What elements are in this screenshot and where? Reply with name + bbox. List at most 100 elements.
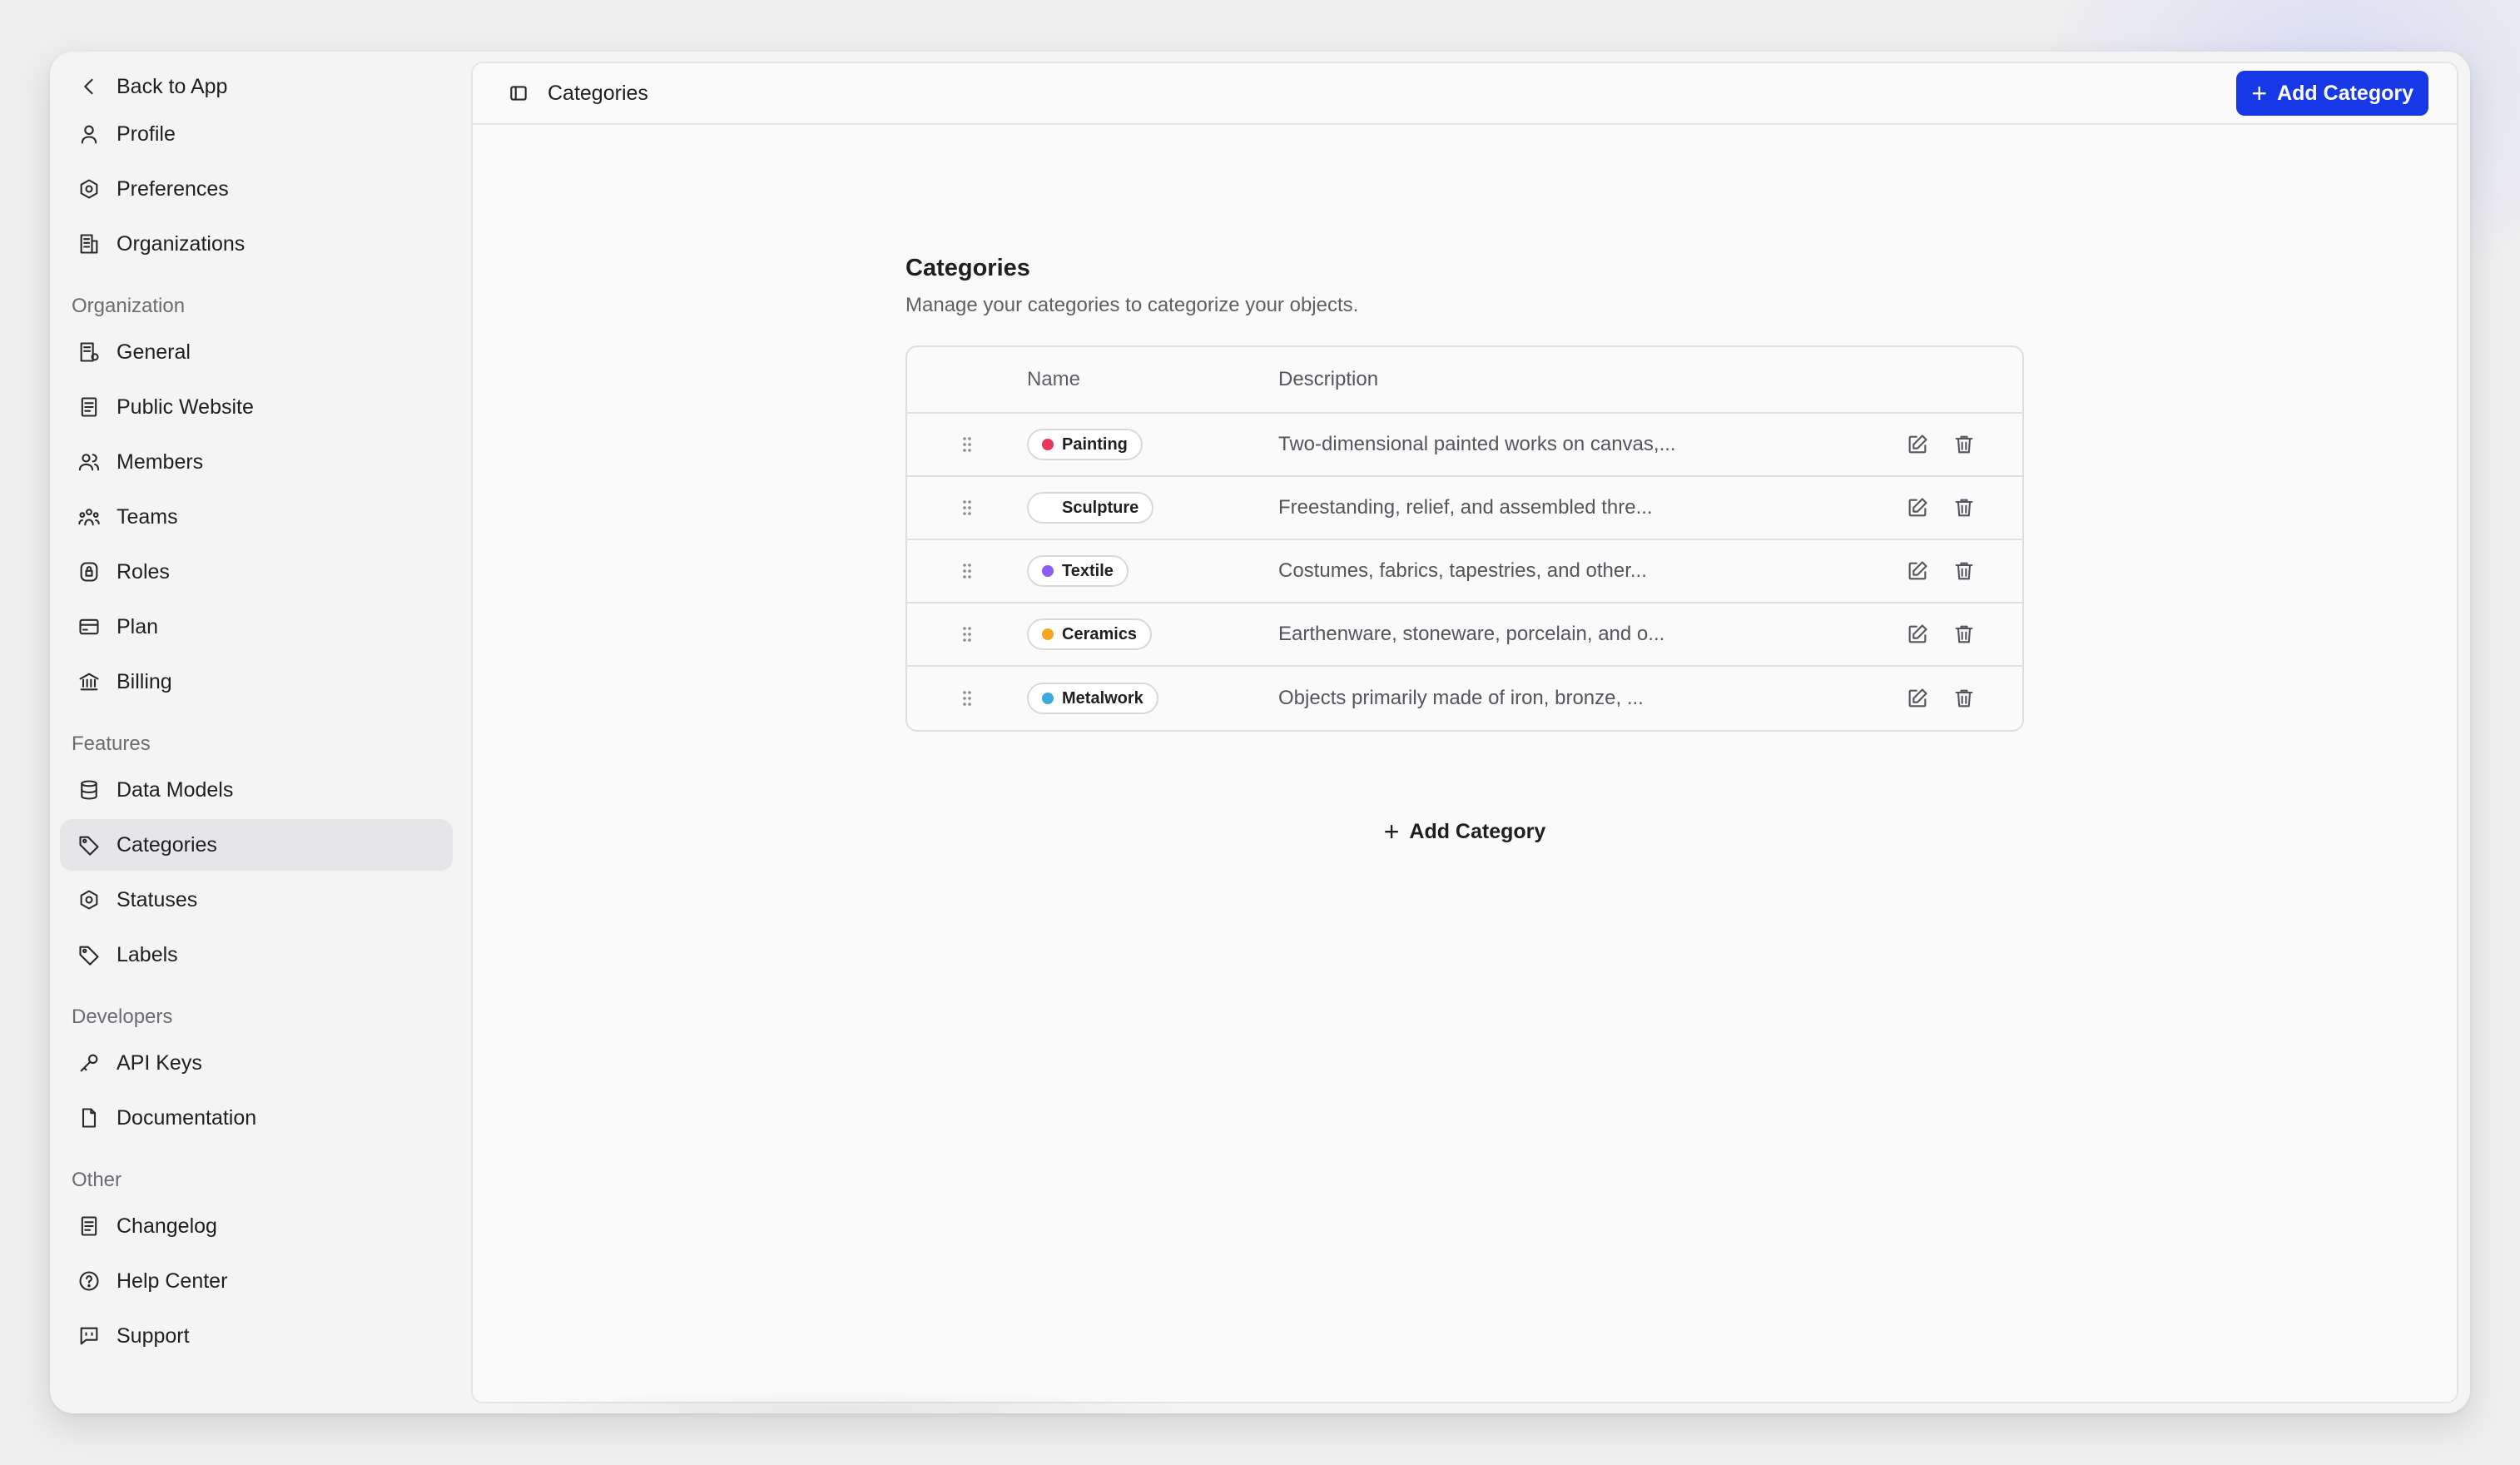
settings-hex-icon bbox=[77, 176, 102, 201]
drag-handle-icon[interactable] bbox=[960, 561, 974, 581]
category-pill[interactable]: Sculpture bbox=[1027, 492, 1154, 524]
edit-icon[interactable] bbox=[1906, 623, 1929, 646]
category-pill[interactable]: Textile bbox=[1027, 555, 1129, 587]
sidebar-item-members[interactable]: Members bbox=[60, 436, 453, 488]
name-cell: Painting bbox=[1027, 429, 1278, 460]
actions-cell bbox=[1881, 559, 2022, 583]
drag-handle-icon[interactable] bbox=[960, 435, 974, 454]
drag-cell bbox=[907, 688, 1027, 708]
category-name: Textile bbox=[1062, 561, 1114, 580]
credit-card-icon bbox=[77, 614, 102, 639]
database-icon bbox=[77, 777, 102, 802]
edit-icon[interactable] bbox=[1906, 559, 1929, 583]
category-description: Freestanding, relief, and assembled thre… bbox=[1278, 496, 1653, 519]
sidebar-item-organizations[interactable]: Organizations bbox=[60, 218, 453, 270]
sidebar-item-general[interactable]: General bbox=[60, 326, 453, 378]
add-category-button[interactable]: + Add Category bbox=[2236, 71, 2428, 116]
category-pill[interactable]: Metalwork bbox=[1027, 683, 1158, 714]
sidebar-item-data-models[interactable]: Data Models bbox=[60, 764, 453, 816]
trash-icon[interactable] bbox=[1952, 496, 1976, 519]
sidebar-item-statuses[interactable]: Statuses bbox=[60, 874, 453, 926]
actions-cell bbox=[1881, 687, 2022, 710]
actions-cell bbox=[1881, 433, 2022, 456]
sidebar-item-label: Labels bbox=[117, 942, 178, 966]
sidebar-item-label: Statuses bbox=[117, 887, 198, 911]
app-window: Back to App Profile Preferences Organizatio… bbox=[50, 52, 2470, 1413]
sidebar-item-label: Organizations bbox=[117, 231, 246, 256]
page-title: Categories bbox=[905, 255, 1030, 281]
bank-icon bbox=[77, 669, 102, 694]
sidebar-item-label: Profile bbox=[117, 122, 176, 146]
sidebar-item-api-keys[interactable]: API Keys bbox=[60, 1037, 453, 1089]
trash-icon[interactable] bbox=[1952, 623, 1976, 646]
sidebar-item-preferences[interactable]: Preferences bbox=[60, 163, 453, 215]
settings-hex-icon bbox=[77, 887, 102, 912]
sidebar-item-label: Changelog bbox=[117, 1214, 217, 1238]
category-pill[interactable]: Painting bbox=[1027, 429, 1143, 460]
main-panel: Categories + Add Category Categories Man… bbox=[471, 62, 2458, 1403]
sidebar-item-changelog[interactable]: Changelog bbox=[60, 1200, 453, 1252]
drag-handle-icon[interactable] bbox=[960, 498, 974, 518]
sidebar-item-label: Documentation bbox=[117, 1105, 257, 1130]
category-description: Objects primarily made of iron, bronze, … bbox=[1278, 687, 1644, 709]
categories-table: Name Description Painting Two-dimensional… bbox=[905, 345, 2024, 732]
user-icon bbox=[77, 122, 102, 146]
edit-icon[interactable] bbox=[1906, 496, 1929, 519]
sidebar-item-categories[interactable]: Categories bbox=[60, 819, 453, 871]
bottom-shade bbox=[466, 1392, 1215, 1413]
chevron-left-icon bbox=[77, 74, 102, 99]
sidebar-toggle-icon[interactable] bbox=[508, 82, 529, 104]
topbar-title: Categories bbox=[548, 81, 648, 105]
category-name: Ceramics bbox=[1062, 624, 1138, 643]
help-icon bbox=[77, 1269, 102, 1294]
sidebar-item-label: General bbox=[117, 340, 191, 364]
category-description: Earthenware, stoneware, porcelain, and o… bbox=[1278, 623, 1665, 645]
drag-cell bbox=[907, 498, 1027, 518]
table-row: Metalwork Objects primarily made of iron,… bbox=[907, 667, 2022, 730]
drag-handle-icon[interactable] bbox=[960, 624, 974, 644]
sidebar: Back to App Profile Preferences Organizatio… bbox=[50, 52, 466, 1413]
sidebar-item-label: Plan bbox=[117, 614, 159, 638]
users-icon bbox=[77, 449, 102, 474]
section-label: Features bbox=[72, 732, 151, 755]
add-category-button-label: Add Category bbox=[2277, 81, 2413, 105]
category-color-dot bbox=[1042, 628, 1054, 640]
sidebar-item-label: Back to App bbox=[117, 74, 228, 98]
category-name: Painting bbox=[1062, 435, 1128, 454]
trash-icon[interactable] bbox=[1952, 559, 1976, 583]
sidebar-item-labels[interactable]: Labels bbox=[60, 929, 453, 981]
sidebar-item-label: Billing bbox=[117, 669, 172, 693]
edit-icon[interactable] bbox=[1906, 687, 1929, 710]
add-category-link-label: Add Category bbox=[1409, 819, 1546, 843]
drag-handle-icon[interactable] bbox=[960, 688, 974, 708]
key-icon bbox=[77, 1050, 102, 1075]
chat-icon bbox=[77, 1323, 102, 1348]
sidebar-item-documentation[interactable]: Documentation bbox=[60, 1092, 453, 1144]
actions-cell bbox=[1881, 623, 2022, 646]
document-list-icon bbox=[77, 1214, 102, 1239]
category-name: Metalwork bbox=[1062, 688, 1143, 708]
sidebar-item-plan[interactable]: Plan bbox=[60, 601, 453, 653]
sidebar-item-label: Members bbox=[117, 449, 204, 474]
table-row: Painting Two-dimensional painted works on… bbox=[907, 414, 2022, 477]
sidebar-item-label: Teams bbox=[117, 504, 178, 529]
drag-cell bbox=[907, 624, 1027, 644]
building-icon bbox=[77, 231, 102, 256]
section-label: Developers bbox=[72, 1006, 173, 1028]
sidebar-item-help-center[interactable]: Help Center bbox=[60, 1255, 453, 1307]
sidebar-item-billing[interactable]: Billing bbox=[60, 656, 453, 708]
sidebar-item-roles[interactable]: Roles bbox=[60, 546, 453, 598]
edit-icon[interactable] bbox=[1906, 433, 1929, 456]
trash-icon[interactable] bbox=[1952, 687, 1976, 710]
sidebar-item-teams[interactable]: Teams bbox=[60, 491, 453, 543]
sidebar-item-public-website[interactable]: Public Website bbox=[60, 381, 453, 433]
name-cell: Textile bbox=[1027, 555, 1278, 587]
add-category-link[interactable]: + Add Category bbox=[905, 818, 2024, 845]
trash-icon[interactable] bbox=[1952, 433, 1976, 456]
category-pill[interactable]: Ceramics bbox=[1027, 618, 1153, 650]
sidebar-item-support[interactable]: Support bbox=[60, 1310, 453, 1362]
back-to-app-link[interactable]: Back to App bbox=[60, 68, 453, 105]
header-description: Description bbox=[1278, 368, 1379, 390]
name-cell: Metalwork bbox=[1027, 683, 1278, 714]
sidebar-item-profile[interactable]: Profile bbox=[60, 108, 453, 160]
